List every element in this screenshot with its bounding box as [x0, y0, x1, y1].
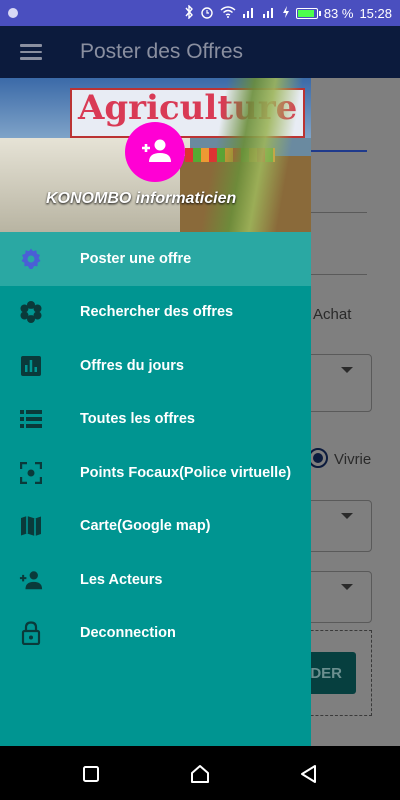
- menu-item-poster-offre[interactable]: Poster une offre: [0, 232, 311, 286]
- app-bar: Poster des Offres: [0, 26, 400, 78]
- wifi-icon: [220, 6, 236, 20]
- drawer-menu: Poster une offre Rechercher des offres O…: [0, 232, 311, 660]
- menu-item-label: Deconnection: [80, 625, 176, 642]
- input-underline-focused: [311, 150, 367, 152]
- battery-level-fill: [297, 9, 315, 17]
- clock: 15:28: [359, 5, 392, 21]
- menu-item-label: Points Focaux(Police virtuelle): [80, 464, 292, 481]
- menu-item-offres-du-jours[interactable]: Offres du jours: [0, 339, 311, 393]
- chevron-down-icon: [341, 367, 353, 373]
- chevron-down-icon: [341, 513, 353, 519]
- charging-icon: [282, 6, 290, 20]
- menu-item-toutes-offres[interactable]: Toutes les offres: [0, 393, 311, 447]
- home-icon[interactable]: [189, 763, 211, 785]
- list-icon: [19, 407, 43, 431]
- map-icon: [19, 514, 43, 538]
- flower-icon: [19, 300, 43, 324]
- add-person-icon: [138, 137, 172, 168]
- menu-item-carte[interactable]: Carte(Google map): [0, 500, 311, 554]
- lock-icon: [19, 621, 43, 646]
- input-underline: [311, 212, 367, 213]
- radio-label-achat: Achat: [313, 306, 352, 323]
- menu-item-rechercher-offres[interactable]: Rechercher des offres: [0, 286, 311, 340]
- menu-item-label: Poster une offre: [80, 250, 192, 267]
- chevron-down-icon: [341, 584, 353, 590]
- person-add-icon: [19, 568, 43, 592]
- status-icons: 83 % 15:28: [184, 4, 392, 21]
- recents-icon[interactable]: [80, 763, 102, 785]
- menu-item-label: Carte(Google map): [80, 518, 211, 535]
- user-name: KONOMBO informaticien: [46, 190, 237, 207]
- menu-item-label: Offres du jours: [80, 357, 184, 374]
- back-icon[interactable]: [298, 763, 320, 785]
- bluetooth-icon: [184, 4, 194, 21]
- bar-chart-icon: [19, 354, 43, 378]
- status-bar: 83 % 15:28: [0, 0, 400, 26]
- settings-gear-icon: [19, 247, 43, 271]
- menu-item-acteurs[interactable]: Les Acteurs: [0, 553, 311, 607]
- battery-percent: 83 %: [323, 5, 354, 21]
- hamburger-icon[interactable]: [20, 44, 42, 60]
- avatar[interactable]: [125, 122, 185, 182]
- notification-dot-icon: [8, 8, 18, 18]
- menu-item-label: Toutes les offres: [80, 411, 195, 428]
- alarm-icon: [200, 5, 214, 21]
- input-underline: [311, 274, 367, 275]
- menu-item-points-focaux[interactable]: Points Focaux(Police virtuelle): [0, 446, 311, 500]
- radio-label-vivrier: Vivrie: [334, 451, 372, 468]
- menu-item-deconnection[interactable]: Deconnection: [0, 607, 311, 661]
- navigation-drawer: Agriculture KONOMBO informaticien Poster…: [0, 78, 311, 746]
- page-title: Poster des Offres: [80, 40, 244, 63]
- battery-icon: [295, 7, 321, 19]
- menu-item-label: Rechercher des offres: [80, 304, 234, 321]
- signal-icon: [242, 6, 256, 20]
- menu-item-label: Les Acteurs: [80, 571, 163, 588]
- signal-icon: [262, 6, 276, 20]
- center-focus-icon: [19, 461, 43, 485]
- system-nav-bar: [0, 746, 400, 800]
- drawer-header: Agriculture KONOMBO informaticien: [0, 78, 311, 232]
- radio-vivrier[interactable]: [308, 448, 328, 468]
